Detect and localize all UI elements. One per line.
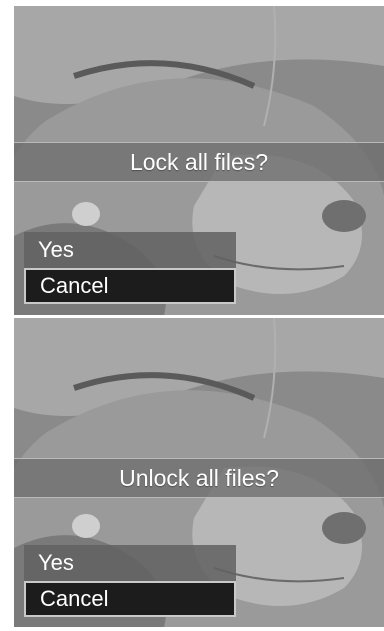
cancel-option[interactable]: Cancel: [24, 268, 236, 304]
dialog-prompt: Unlock all files?: [14, 458, 384, 498]
unlock-all-screen: Unlock all files? Yes Cancel: [14, 318, 384, 627]
option-menu: Yes Cancel: [24, 232, 236, 304]
yes-option[interactable]: Yes: [24, 232, 236, 268]
lock-all-screen: Lock all files? Yes Cancel: [14, 6, 384, 315]
option-menu: Yes Cancel: [24, 545, 236, 617]
dialog-prompt: Lock all files?: [14, 142, 384, 182]
cancel-option[interactable]: Cancel: [24, 581, 236, 617]
yes-option[interactable]: Yes: [24, 545, 236, 581]
